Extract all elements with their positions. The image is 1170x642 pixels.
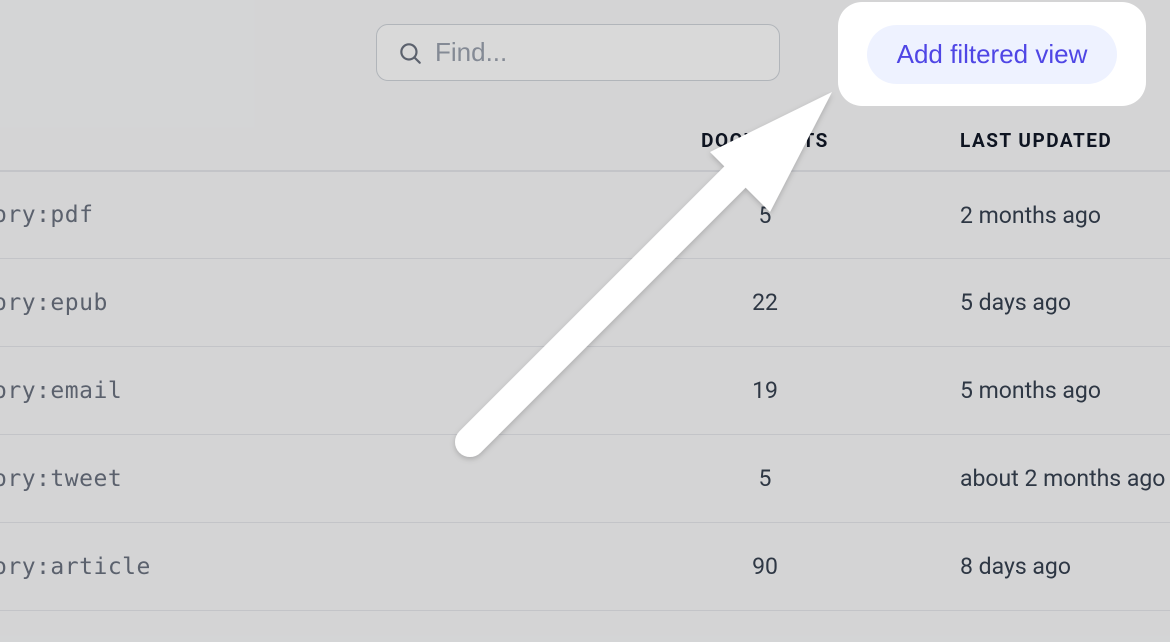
table-row[interactable]: tegory:epub 22 5 days ago bbox=[0, 259, 1170, 347]
cell-documents: 19 bbox=[660, 377, 870, 404]
cell-last-updated: about 2 months ago bbox=[870, 465, 1170, 492]
cell-query: tegory:tweet bbox=[0, 466, 660, 492]
table-row[interactable]: tegory:email 19 5 months ago bbox=[0, 347, 1170, 435]
col-header-documents: DOCUMENTS bbox=[660, 129, 870, 152]
search-input[interactable] bbox=[435, 37, 759, 68]
cell-query: tegory:article bbox=[0, 554, 660, 580]
cell-last-updated: 2 months ago bbox=[870, 202, 1170, 229]
cell-documents: 5 bbox=[660, 202, 870, 229]
views-table: ERY DOCUMENTS LAST UPDATED tegory:pdf 5 … bbox=[0, 105, 1170, 611]
add-filtered-view-button[interactable]: Add filtered view bbox=[867, 25, 1118, 84]
col-header-last-updated: LAST UPDATED bbox=[870, 129, 1170, 152]
search-icon bbox=[397, 40, 423, 66]
cell-last-updated: 5 days ago bbox=[870, 289, 1170, 316]
table-row[interactable]: tegory:pdf 5 2 months ago bbox=[0, 171, 1170, 259]
cell-last-updated: 8 days ago bbox=[870, 553, 1170, 580]
highlight-callout: Add filtered view bbox=[838, 2, 1146, 106]
cell-query: tegory:pdf bbox=[0, 202, 660, 228]
cell-documents: 5 bbox=[660, 465, 870, 492]
search-wrapper bbox=[376, 24, 780, 81]
cell-last-updated: 5 months ago bbox=[870, 377, 1170, 404]
table-row[interactable]: tegory:article 90 8 days ago bbox=[0, 523, 1170, 611]
table-row[interactable]: tegory:tweet 5 about 2 months ago bbox=[0, 435, 1170, 523]
col-header-query: ERY bbox=[0, 129, 660, 152]
cell-query: tegory:email bbox=[0, 378, 660, 404]
cell-documents: 90 bbox=[660, 553, 870, 580]
cell-documents: 22 bbox=[660, 289, 870, 316]
cell-query: tegory:epub bbox=[0, 290, 660, 316]
table-header-row: ERY DOCUMENTS LAST UPDATED bbox=[0, 105, 1170, 171]
